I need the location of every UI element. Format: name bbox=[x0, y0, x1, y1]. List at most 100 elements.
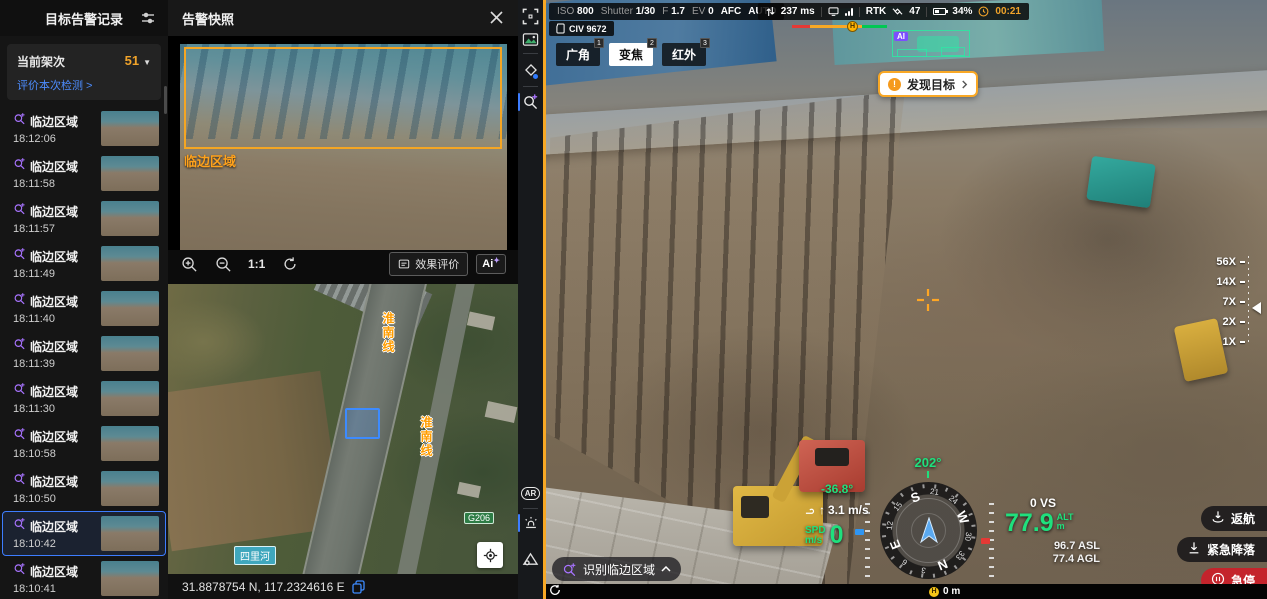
locate-button[interactable] bbox=[477, 542, 503, 568]
sidebar-title: 目标告警记录 bbox=[45, 9, 123, 28]
active-indicator bbox=[518, 514, 520, 532]
map-road-label: 淮南线 bbox=[418, 416, 435, 458]
sidebar-scrollbar[interactable] bbox=[164, 86, 167, 114]
list-item[interactable]: 临边区域18:11:39 bbox=[2, 331, 166, 376]
heading-tick bbox=[927, 471, 929, 478]
tab-广角[interactable]: 广角1 bbox=[556, 43, 600, 66]
vs-label: VS bbox=[1040, 496, 1056, 510]
return-home-button[interactable]: 返航 bbox=[1201, 506, 1267, 531]
zoom-level-2X[interactable]: 2X bbox=[1223, 316, 1245, 328]
media-library-icon[interactable] bbox=[521, 30, 540, 49]
evaluate-detection-link[interactable]: 评价本次检测 > bbox=[17, 77, 151, 93]
alarm-thumbnail bbox=[101, 291, 159, 326]
ai-detect-icon bbox=[13, 427, 26, 445]
ev-label: EV bbox=[692, 6, 705, 17]
zoom-level-label: 1X bbox=[1223, 336, 1236, 348]
zoom-pointer[interactable] bbox=[1252, 302, 1261, 314]
left-gauge-marker bbox=[855, 529, 864, 535]
focus-mode: AFC bbox=[721, 6, 742, 17]
alarm-time: 18:11:57 bbox=[13, 223, 78, 235]
ai-detect-icon bbox=[13, 157, 26, 175]
alarm-label: 临边区域 bbox=[30, 473, 78, 490]
spd-value: 0 bbox=[830, 523, 844, 548]
zoom-level-14X[interactable]: 14X bbox=[1216, 276, 1245, 288]
notification-dot bbox=[533, 74, 538, 79]
ai-search-icon[interactable] bbox=[521, 92, 540, 111]
alarm-time: 18:10:42 bbox=[13, 538, 78, 550]
sortie-card: 当前架次 51▼ 评价本次检测 > bbox=[7, 44, 161, 100]
wind-speed: 3.1 m/s bbox=[828, 503, 869, 517]
ai-enhance-button[interactable]: Ai✦ bbox=[476, 254, 506, 274]
layers-map-icon[interactable] bbox=[521, 550, 540, 569]
alarm-thumbnail bbox=[101, 561, 159, 596]
filter-icon[interactable] bbox=[140, 10, 156, 26]
tab-变焦[interactable]: 变焦2 bbox=[609, 43, 653, 66]
snapshot-image[interactable]: 临边区域 bbox=[180, 44, 507, 250]
alarm-time: 18:11:39 bbox=[13, 358, 78, 370]
effect-evaluate-button[interactable]: 效果评价 bbox=[389, 252, 468, 276]
emergency-land-button[interactable]: 紧急降落 bbox=[1177, 537, 1267, 562]
tab-shortcut: 2 bbox=[647, 38, 657, 48]
alarm-time: 18:10:50 bbox=[13, 493, 78, 505]
list-item[interactable]: 临边区域18:10:41 bbox=[2, 556, 166, 599]
ai-sub-box bbox=[897, 49, 927, 57]
iso-label: ISO bbox=[557, 6, 574, 17]
alarm-time: 18:11:30 bbox=[13, 403, 78, 415]
zoom-level-7X[interactable]: 7X bbox=[1223, 296, 1245, 308]
list-item[interactable]: 临边区域18:11:58 bbox=[2, 151, 166, 196]
ar-overlay-icon[interactable]: AR bbox=[521, 484, 540, 503]
rtk-label: RTK bbox=[866, 6, 887, 17]
exposure-status-bar: ISO 800 Shutter 1/30 F 1.7 EV 0 AFC AUTO bbox=[549, 3, 784, 20]
zoom-ratio-button[interactable]: 1:1 bbox=[248, 257, 265, 271]
latency-icon bbox=[766, 6, 775, 17]
speed-block: SPDm/s 0 bbox=[805, 523, 843, 548]
detect-edge-area-pill[interactable]: 识别临边区域 bbox=[552, 557, 681, 581]
wind-icon bbox=[805, 505, 816, 516]
ai-detect-icon bbox=[13, 517, 26, 535]
map-building bbox=[467, 311, 495, 330]
alarm-thumbnail bbox=[101, 426, 159, 461]
zoom-in-icon[interactable] bbox=[180, 255, 198, 273]
alarm-thumbnail bbox=[101, 111, 159, 146]
zoom-level-1X[interactable]: 1X bbox=[1223, 336, 1245, 348]
home-point-icon: H bbox=[929, 587, 939, 597]
home-distance-group: H 0 m bbox=[929, 586, 960, 597]
zoom-level-56X[interactable]: 56X bbox=[1216, 256, 1245, 268]
ai-detect-icon bbox=[13, 382, 26, 400]
signal-icon bbox=[845, 8, 853, 16]
beacon-light-icon[interactable] bbox=[521, 513, 540, 532]
action-button-label: 返航 bbox=[1231, 510, 1255, 527]
close-icon[interactable] bbox=[489, 10, 504, 25]
sortie-dropdown[interactable]: 51▼ bbox=[125, 52, 151, 70]
ai-detect-icon bbox=[13, 112, 26, 130]
target-found-alert[interactable]: ! 发现目标 bbox=[878, 71, 978, 97]
alarm-label: 临边区域 bbox=[30, 293, 78, 310]
reset-rotate-icon[interactable] bbox=[281, 255, 299, 273]
list-item[interactable]: 临边区域18:11:40 bbox=[2, 286, 166, 331]
list-item[interactable]: 临边区域 18:10:50 bbox=[2, 466, 166, 511]
emergency-land-icon bbox=[1187, 541, 1201, 558]
ai-detect-icon bbox=[13, 472, 26, 490]
list-item[interactable]: 临边区域 18:11:57 bbox=[2, 196, 166, 241]
copy-icon[interactable] bbox=[352, 580, 365, 594]
alarm-thumbnail bbox=[101, 471, 159, 506]
list-item[interactable]: 临边区域18:11:30 bbox=[2, 376, 166, 421]
list-item[interactable]: 临边区域18:12:06 bbox=[2, 106, 166, 151]
list-item[interactable]: 临边区域18:10:58 bbox=[2, 421, 166, 466]
zoom-out-icon[interactable] bbox=[214, 255, 232, 273]
tab-红外[interactable]: 红外3 bbox=[662, 43, 706, 66]
list-item[interactable]: 临边区域18:11:49 bbox=[2, 241, 166, 286]
alarm-time: 18:11:49 bbox=[13, 268, 78, 280]
zoom-tick bbox=[1240, 341, 1245, 343]
refresh-icon[interactable] bbox=[549, 583, 561, 599]
map-road-label: 淮南线 bbox=[380, 312, 397, 354]
map-panel[interactable]: 淮南线 淮南线 四里河 G206 bbox=[168, 284, 518, 574]
tab-label: 红外 bbox=[672, 46, 696, 63]
sortie-label: 当前架次 bbox=[17, 53, 65, 70]
list-item[interactable]: 临边区域18:10:42 bbox=[2, 511, 166, 556]
storage-value: CIV 9672 bbox=[569, 24, 607, 34]
split-view-icon[interactable] bbox=[521, 7, 540, 26]
alarm-label: 临边区域 bbox=[30, 203, 78, 220]
map-selected-area bbox=[345, 408, 380, 439]
zoom-scale[interactable]: 56X 14X 7X 2X 1X bbox=[1211, 250, 1261, 355]
